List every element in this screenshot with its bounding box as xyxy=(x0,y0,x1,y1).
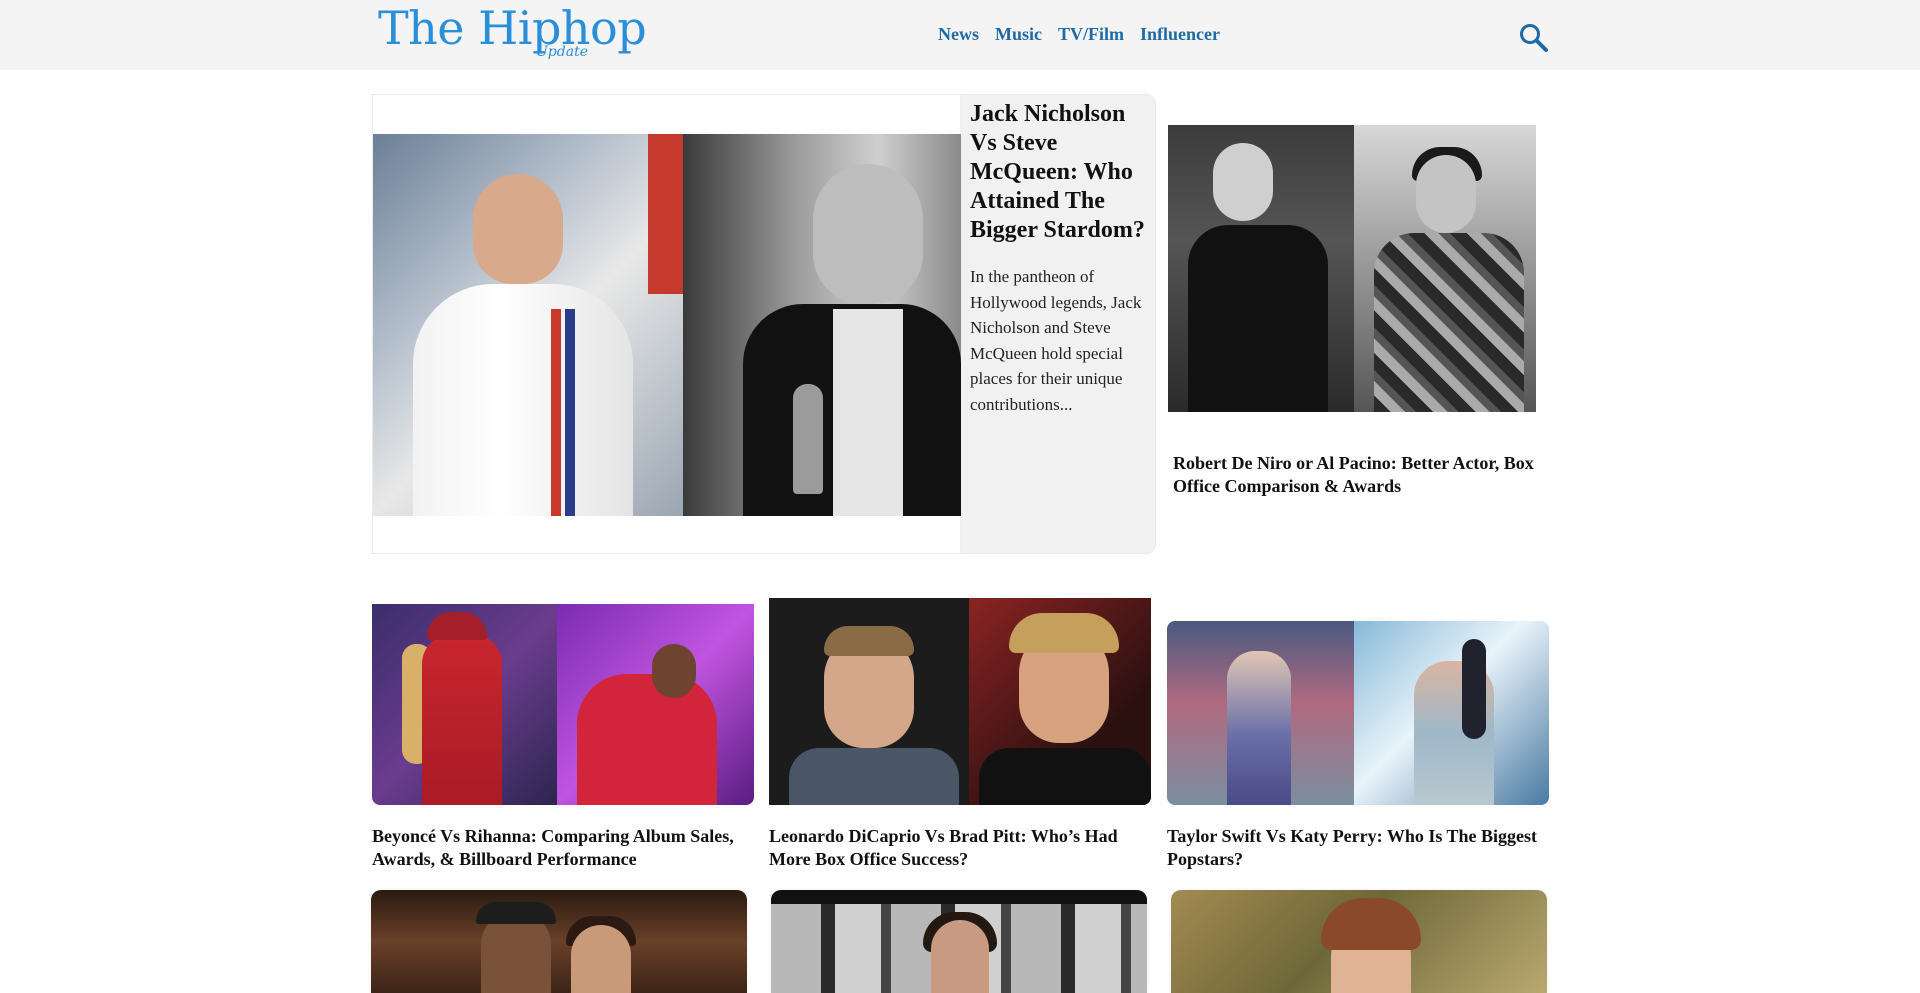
article-title[interactable]: Beyoncé Vs Rihanna: Comparing Album Sale… xyxy=(372,825,754,871)
side-article-card[interactable]: Robert De Niro or Al Pacino: Better Acto… xyxy=(1168,125,1536,498)
nav-item-tv-film[interactable]: TV/Film xyxy=(1058,24,1124,45)
side-article-title[interactable]: Robert De Niro or Al Pacino: Better Acto… xyxy=(1168,452,1536,498)
featured-article-title[interactable]: Jack Nicholson Vs Steve McQueen: Who Att… xyxy=(970,100,1152,245)
article-card[interactable]: Taylor Swift Vs Katy Perry: Who Is The B… xyxy=(1167,621,1549,871)
nav-item-music[interactable]: Music xyxy=(995,24,1042,45)
article-image[interactable] xyxy=(1167,621,1549,805)
search-icon xyxy=(1520,24,1548,52)
article-image[interactable] xyxy=(372,604,754,805)
nav-item-influencer[interactable]: Influencer xyxy=(1140,24,1220,45)
article-image[interactable] xyxy=(771,890,1147,993)
article-card[interactable]: Beyoncé Vs Rihanna: Comparing Album Sale… xyxy=(372,604,754,871)
site-header: The Hiphop Update News Music TV/Film Inf… xyxy=(0,0,1920,70)
logo-tagline: Update xyxy=(536,44,588,60)
side-article-image[interactable] xyxy=(1168,125,1536,412)
featured-article-card[interactable]: Jack Nicholson Vs Steve McQueen: Who Att… xyxy=(372,94,1156,554)
nav-item-news[interactable]: News xyxy=(938,24,979,45)
main-nav: News Music TV/Film Influencer xyxy=(938,24,1220,45)
featured-image[interactable] xyxy=(373,134,961,516)
site-logo[interactable]: The Hiphop Update xyxy=(378,2,647,66)
article-title[interactable]: Leonardo DiCaprio Vs Brad Pitt: Who’s Ha… xyxy=(769,825,1151,871)
featured-image-right-panel xyxy=(683,134,961,516)
article-title[interactable]: Taylor Swift Vs Katy Perry: Who Is The B… xyxy=(1167,825,1549,871)
featured-article-excerpt: In the pantheon of Hollywood legends, Ja… xyxy=(970,267,1142,414)
article-card[interactable]: Leonardo DiCaprio Vs Brad Pitt: Who’s Ha… xyxy=(769,598,1151,871)
logo-wordmark: The Hiphop xyxy=(378,1,647,55)
article-image[interactable] xyxy=(1171,890,1547,993)
article-image[interactable] xyxy=(769,598,1151,805)
featured-image-container xyxy=(373,95,961,553)
article-image[interactable] xyxy=(371,890,747,993)
featured-image-left-panel xyxy=(373,134,683,516)
search-button[interactable] xyxy=(1518,22,1550,54)
